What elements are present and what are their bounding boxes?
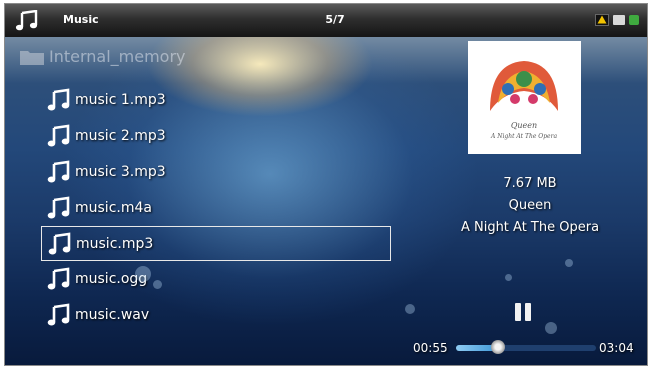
folder-path[interactable]: Internal_memory xyxy=(19,47,186,66)
list-item[interactable]: music.m4a xyxy=(41,190,391,226)
seek-bar[interactable] xyxy=(456,340,596,354)
track-position: 5/7 xyxy=(325,13,345,26)
bubble xyxy=(405,304,415,314)
list-item[interactable]: music 2.mp3 xyxy=(41,118,391,154)
file-list: music 1.mp3 music 2.mp3 music 3.mp3 musi… xyxy=(41,82,391,333)
bubble xyxy=(545,322,557,334)
bubble xyxy=(135,266,151,282)
bubble xyxy=(153,280,162,289)
list-item[interactable]: music.wav xyxy=(41,297,391,333)
file-size: 7.67 MB xyxy=(503,176,557,191)
warning-icon xyxy=(595,14,609,26)
bubble xyxy=(565,259,573,267)
music-player-screen: Music 5/7 Internal_memory music 1.mp3 mu… xyxy=(4,3,648,366)
file-name: music.mp3 xyxy=(76,235,154,252)
top-bar: Music 5/7 xyxy=(5,4,647,37)
music-note-icon xyxy=(15,10,38,31)
music-note-icon xyxy=(47,303,70,326)
folder-icon xyxy=(20,50,44,65)
file-name: music.wav xyxy=(75,307,150,323)
artist-name: Queen xyxy=(508,198,552,213)
seek-thumb[interactable] xyxy=(491,340,505,354)
memory-card-icon xyxy=(613,15,625,25)
list-item[interactable]: music 1.mp3 xyxy=(41,82,391,118)
list-item-selected[interactable]: music.mp3 xyxy=(41,226,391,261)
elapsed-time: 00:55 xyxy=(413,341,448,355)
file-name: music 2.mp3 xyxy=(75,128,166,144)
album-art: Queen A Night At The Opera xyxy=(468,41,581,154)
music-note-icon xyxy=(47,88,70,111)
album-art-band-text: Queen xyxy=(511,121,537,130)
album-name: A Night At The Opera xyxy=(460,220,600,235)
app-title: Music xyxy=(63,13,99,26)
file-name: music 1.mp3 xyxy=(75,92,166,108)
file-name: music 3.mp3 xyxy=(75,164,166,180)
battery-icon xyxy=(629,15,639,25)
music-note-icon xyxy=(47,267,70,290)
album-art-title-text: A Night At The Opera xyxy=(490,133,557,140)
music-note-icon xyxy=(47,196,70,219)
pause-icon[interactable] xyxy=(515,303,535,323)
list-item[interactable]: music 3.mp3 xyxy=(41,154,391,190)
music-note-icon xyxy=(47,124,70,147)
music-note-icon xyxy=(48,232,71,254)
total-time: 03:04 xyxy=(599,341,634,355)
music-note-icon xyxy=(47,160,70,183)
file-name: music.m4a xyxy=(75,200,152,216)
bubble xyxy=(505,274,512,281)
list-item[interactable]: music.ogg xyxy=(41,261,391,297)
folder-label: Internal_memory xyxy=(49,47,186,66)
status-icons xyxy=(595,14,639,26)
